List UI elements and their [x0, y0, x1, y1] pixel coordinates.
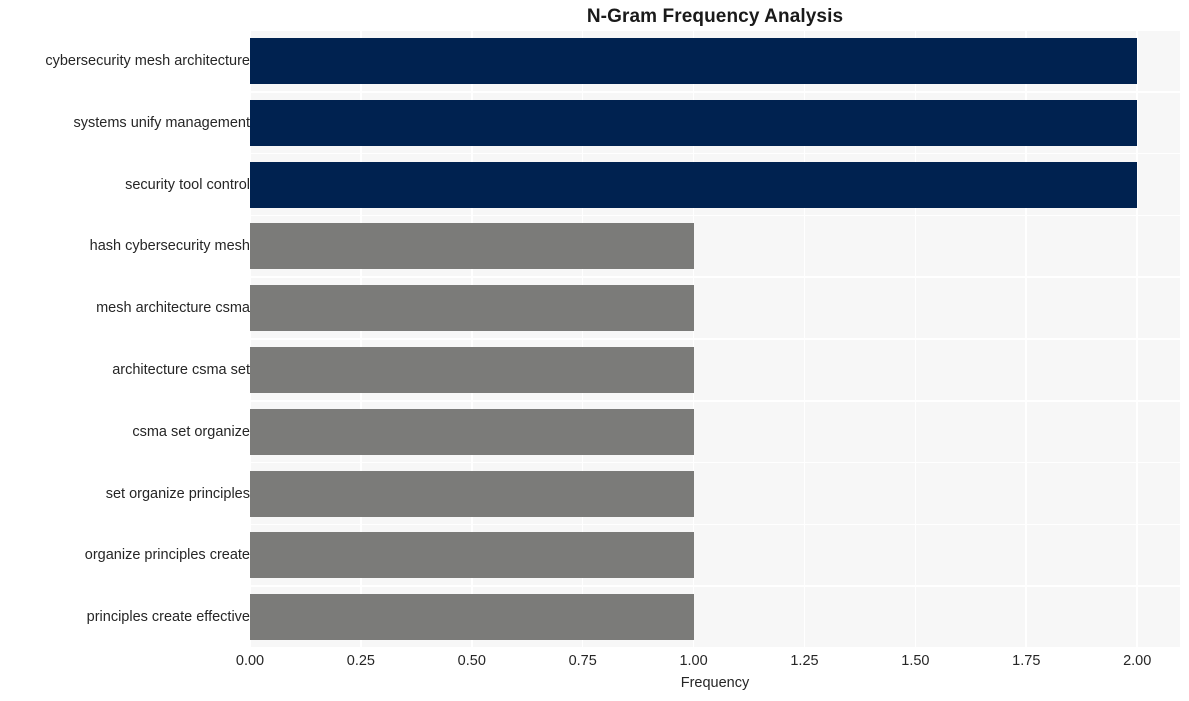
- plot-area: [250, 30, 1180, 648]
- x-axis-tick-label: 2.00: [1123, 653, 1152, 669]
- bar: [250, 470, 694, 517]
- x-axis-tick-labels: 0.00 0.25 0.50 0.75 1.00 1.25 1.50 1.75 2.00: [0, 651, 1189, 673]
- y-axis-tick-label: principles create effective: [86, 609, 250, 626]
- gridline-horizontal: [250, 276, 1180, 278]
- y-axis-tick-label: csma set organize: [132, 423, 250, 440]
- bar: [250, 161, 1138, 208]
- gridline-horizontal: [250, 30, 1180, 31]
- x-axis-tick-label: 0.50: [457, 653, 486, 669]
- gridline-horizontal: [250, 523, 1180, 526]
- gridline-horizontal: [250, 91, 1180, 93]
- x-axis-tick-label: 1.75: [1012, 653, 1041, 669]
- bar: [250, 223, 694, 270]
- gridline-horizontal: [250, 400, 1180, 402]
- y-axis-tick-label: organize principles create: [84, 547, 250, 564]
- y-axis-tick-label: systems unify management: [73, 114, 251, 131]
- x-axis-tick-label: 0.75: [568, 653, 597, 669]
- x-axis-tick-label: 1.50: [901, 653, 930, 669]
- y-axis-tick-labels: cybersecurity mesh architecture systems u…: [0, 30, 250, 648]
- y-axis-tick-label: set organize principles: [105, 485, 250, 502]
- bar: [250, 594, 694, 641]
- gridline-horizontal: [250, 585, 1180, 587]
- y-axis-tick-label: cybersecurity mesh architecture: [45, 52, 250, 69]
- y-axis-tick-label: architecture csma set: [112, 361, 250, 378]
- y-axis-tick-label: hash cybersecurity mesh: [89, 238, 250, 255]
- bar: [250, 285, 694, 332]
- gridline-horizontal: [250, 461, 1180, 464]
- x-axis-tick-label: 1.00: [679, 653, 708, 669]
- bar: [250, 408, 694, 455]
- x-axis-tick-label: 0.00: [235, 653, 265, 669]
- gridline-horizontal: [250, 647, 1180, 648]
- bar: [250, 99, 1138, 146]
- gridline-horizontal: [250, 214, 1180, 217]
- x-axis-tick-label: 0.25: [346, 653, 375, 669]
- x-axis-title: Frequency: [680, 675, 750, 691]
- chart-title: N-Gram Frequency Analysis: [586, 6, 844, 27]
- x-axis-tick-label: 1.25: [790, 653, 819, 669]
- gridline-horizontal: [250, 338, 1180, 340]
- chart-figure: N-Gram Frequency Analysis cybersecurity …: [0, 0, 1189, 701]
- y-axis-tick-label: mesh architecture csma: [96, 300, 250, 317]
- y-axis-tick-label: security tool control: [125, 176, 250, 193]
- bar: [250, 532, 694, 579]
- bar: [250, 346, 694, 393]
- bar: [250, 37, 1138, 84]
- gridline-horizontal: [250, 152, 1180, 155]
